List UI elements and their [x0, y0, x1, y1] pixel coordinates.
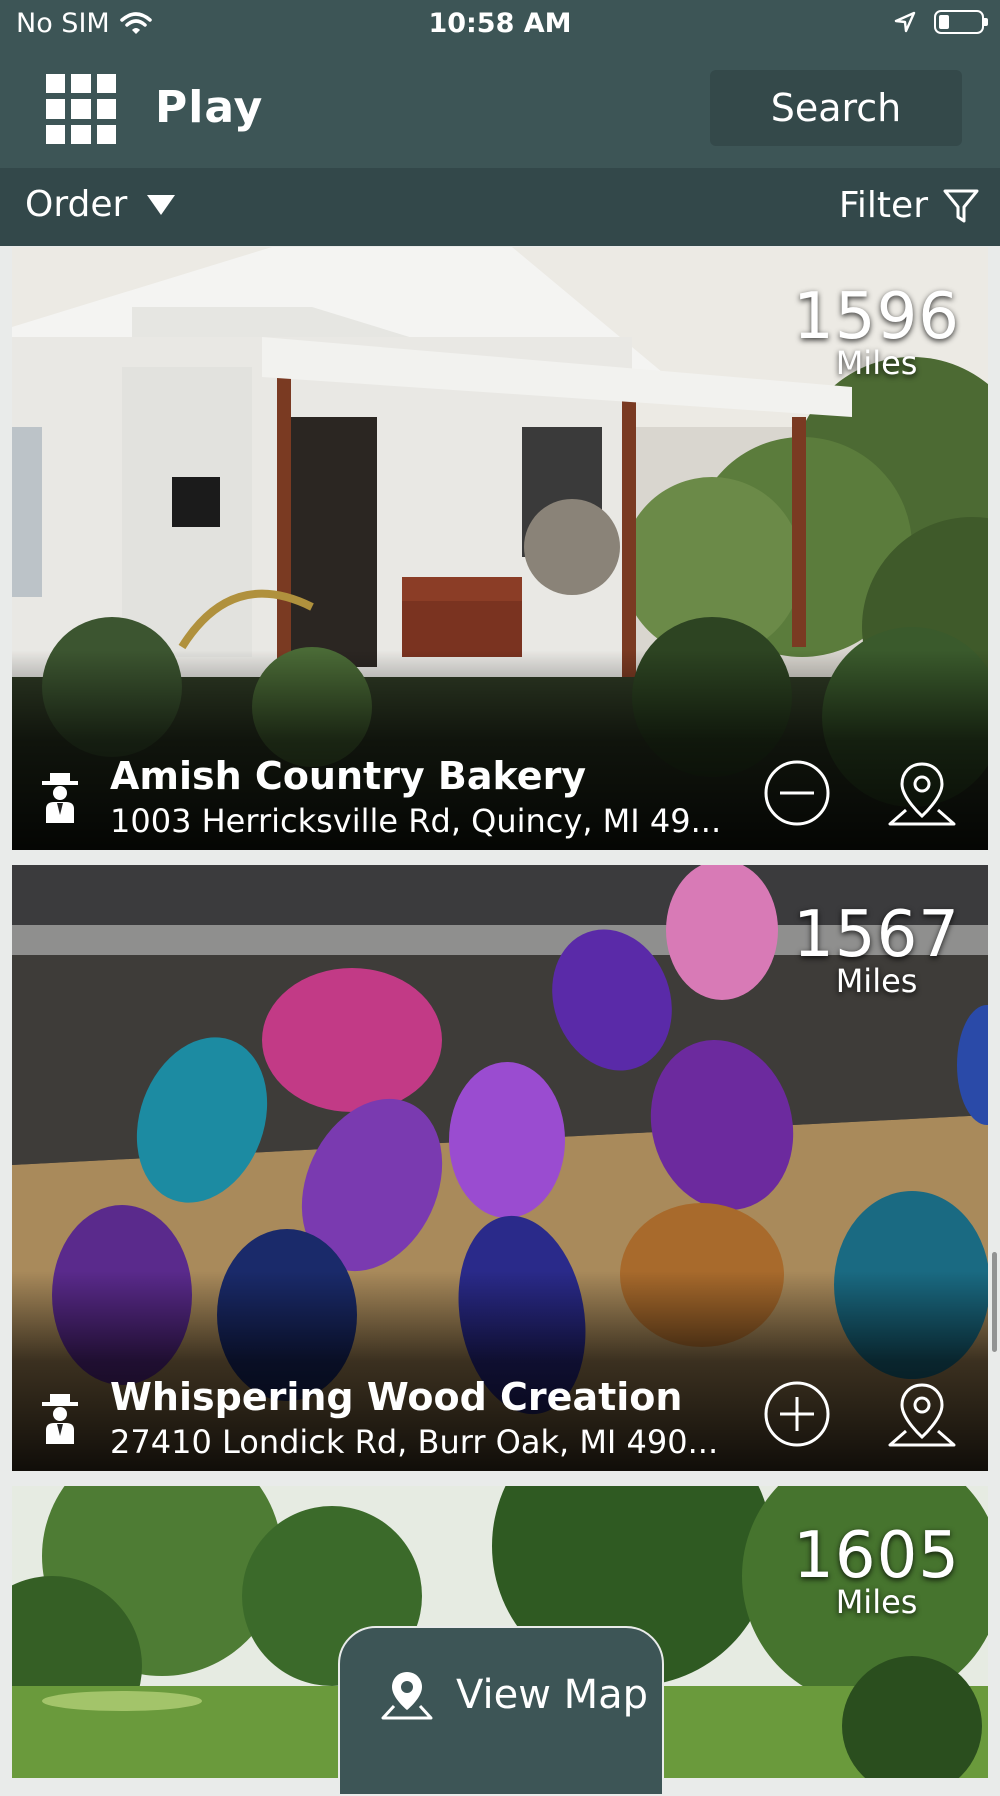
view-map-button[interactable]: View Map: [338, 1626, 664, 1796]
status-time: 10:58 AM: [428, 8, 572, 39]
directions-pin-button[interactable]: [886, 758, 958, 830]
scrollbar[interactable]: [992, 1252, 997, 1352]
amish-person-icon: [42, 1394, 78, 1444]
search-button[interactable]: Search: [710, 70, 962, 146]
map-pin-icon: [381, 1672, 433, 1720]
business-address: 1003 Herricksville Rd, Quincy, MI 49...: [110, 802, 722, 840]
directions-pin-button[interactable]: [886, 1379, 958, 1451]
business-card[interactable]: 1567 Miles Whispering Wood Creation 2741…: [12, 865, 988, 1471]
view-map-label: View Map: [456, 1672, 649, 1718]
business-address: 27410 Londick Rd, Burr Oak, MI 490...: [110, 1423, 719, 1461]
view-map-content: View Map: [380, 1668, 648, 1722]
distance-value: 1596: [793, 280, 960, 354]
sort-filter-bar: Order Filter: [0, 168, 1000, 246]
status-bar: No SIM 10:58 AM: [0, 0, 1000, 50]
distance-badge: 1596 Miles: [793, 285, 960, 379]
business-name: Whispering Wood Creation: [110, 1375, 683, 1419]
battery-icon: [934, 10, 988, 34]
distance-value: 1605: [793, 1519, 960, 1593]
distance-value: 1567: [793, 898, 960, 972]
page-title: Play: [155, 82, 264, 133]
card-info: Whispering Wood Creation 27410 Londick R…: [40, 1375, 718, 1461]
app-header: Play Search: [0, 50, 1000, 168]
amish-person-icon: [42, 773, 78, 823]
remove-from-trip-button[interactable]: [762, 758, 832, 828]
order-label: Order: [25, 184, 128, 225]
add-to-trip-button[interactable]: [762, 1379, 832, 1449]
distance-badge: 1567 Miles: [793, 903, 960, 997]
caret-down-icon: [147, 194, 176, 215]
business-card[interactable]: 1596 Miles Amish Country Bakery 1003 Her…: [12, 247, 988, 850]
filter-icon: [943, 189, 979, 222]
filter-label: Filter: [838, 185, 928, 226]
business-name: Amish Country Bakery: [110, 754, 587, 798]
order-button[interactable]: Order: [25, 184, 176, 225]
location-arrow-icon: [894, 11, 916, 33]
card-info: Amish Country Bakery 1003 Herricksville …: [40, 754, 721, 840]
distance-badge: 1605 Miles: [793, 1524, 960, 1618]
filter-button[interactable]: Filter: [839, 185, 980, 226]
apps-grid-icon[interactable]: [46, 74, 116, 144]
status-right: [894, 10, 988, 34]
